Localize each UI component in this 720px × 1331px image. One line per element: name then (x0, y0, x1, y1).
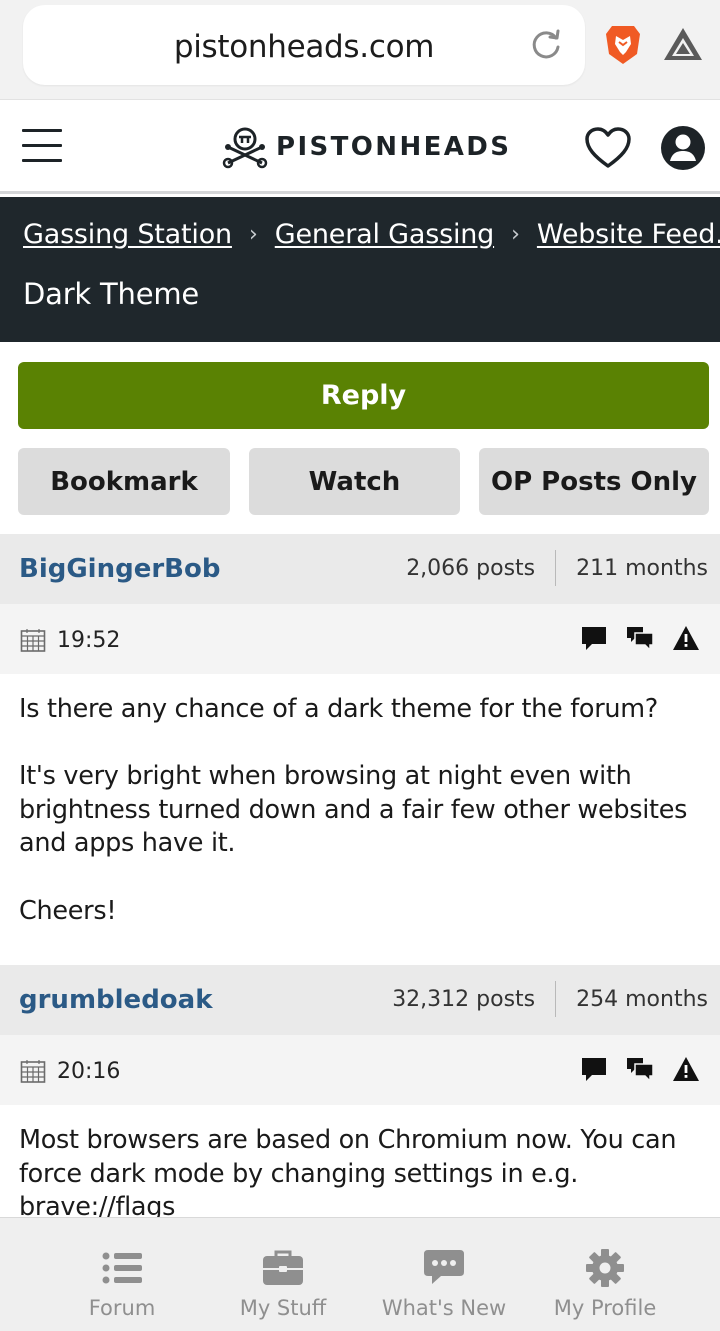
bottom-navigation: Forum My Stuff What's New My Profile (0, 1217, 720, 1331)
post-meta-bar: 19:52 (0, 604, 720, 674)
report-warning-icon[interactable] (672, 1055, 700, 1083)
briefcase-icon (263, 1250, 303, 1285)
bat-triangle-icon[interactable] (662, 26, 704, 62)
watch-button[interactable]: Watch (249, 448, 460, 515)
stats-divider (555, 550, 557, 586)
post-timestamp: 20:16 (57, 1059, 121, 1084)
reload-icon[interactable] (529, 28, 563, 62)
browser-toolbar: pistonheads.com (0, 0, 720, 100)
breadcrumb-separator: › (248, 222, 258, 247)
post-author-link[interactable]: grumbledoak (19, 985, 213, 1015)
membership-months: 211 months (576, 555, 708, 581)
report-warning-icon[interactable] (672, 624, 700, 652)
breadcrumb-link-gassing-station[interactable]: Gassing Station (23, 219, 232, 250)
op-posts-only-button[interactable]: OP Posts Only (479, 448, 709, 515)
nav-label: My Stuff (239, 1296, 327, 1320)
post-paragraph: Is there any chance of a dark theme for … (19, 694, 659, 724)
heart-icon[interactable] (584, 126, 632, 170)
nav-label: What's New (381, 1296, 507, 1320)
chat-bubble-icon (424, 1250, 464, 1284)
post-count: 32,312 posts (392, 986, 536, 1012)
membership-months: 254 months (576, 986, 708, 1012)
gear-icon (586, 1249, 624, 1287)
post-body: Is there any chance of a dark theme for … (19, 693, 704, 928)
nav-label: Forum (88, 1296, 156, 1320)
post-actions (580, 624, 700, 652)
nav-item-my-stuff[interactable]: My Stuff (203, 1248, 363, 1320)
post-meta-bar: 20:16 (0, 1035, 720, 1105)
pistonheads-logo-icon (222, 127, 268, 169)
nav-label: My Profile (553, 1296, 657, 1320)
brave-lion-icon[interactable] (604, 24, 642, 66)
reply-button[interactable]: Reply (18, 362, 709, 429)
thread-title: Dark Theme (23, 277, 200, 311)
post-paragraph: It's very bright when browsing at night … (19, 761, 688, 859)
reply-bubble-icon[interactable] (580, 624, 608, 652)
post-author-link[interactable]: BigGingerBob (19, 554, 220, 584)
post-count: 2,066 posts (406, 555, 536, 581)
quote-bubbles-icon[interactable] (626, 1055, 654, 1083)
quote-bubbles-icon[interactable] (626, 624, 654, 652)
address-bar-url[interactable]: pistonheads.com (23, 29, 585, 65)
post-paragraph: Most browsers are based on Chromium now.… (19, 1125, 677, 1223)
site-logo[interactable]: PISTONHEADS (222, 125, 511, 169)
post-body: Most browsers are based on Chromium now.… (19, 1124, 704, 1225)
address-bar[interactable]: pistonheads.com (23, 5, 585, 85)
calendar-icon (20, 629, 46, 652)
post-paragraph: Cheers! (19, 895, 117, 926)
nav-item-forum[interactable]: Forum (42, 1248, 202, 1320)
calendar-icon (20, 1060, 46, 1083)
post-author-stats: 2,066 posts 211 months (406, 550, 708, 586)
post-timestamp: 19:52 (57, 628, 121, 653)
breadcrumb-separator: › (511, 222, 520, 247)
post-author-stats: 32,312 posts 254 months (392, 981, 708, 1017)
logo-wordmark: PISTONHEADS (276, 132, 512, 162)
nav-item-my-profile[interactable]: My Profile (525, 1248, 685, 1320)
post-author-bar: BigGingerBob 2,066 posts 211 months (0, 534, 720, 604)
post-actions (580, 1055, 700, 1083)
breadcrumb-link-website-feedback[interactable]: Website Feed... (537, 219, 720, 250)
bookmark-button[interactable]: Bookmark (18, 448, 230, 515)
forum-list-icon (102, 1252, 142, 1284)
user-account-icon[interactable] (660, 125, 706, 171)
breadcrumb: Gassing Station › General Gassing › Webs… (23, 219, 720, 250)
breadcrumb-link-general-gassing[interactable]: General Gassing (275, 219, 495, 250)
post-author-bar: grumbledoak 32,312 posts 254 months (0, 965, 720, 1035)
nav-item-whats-new[interactable]: What's New (364, 1248, 524, 1320)
hamburger-menu-icon[interactable] (22, 129, 62, 163)
breadcrumb-panel: Gassing Station › General Gassing › Webs… (0, 197, 720, 342)
stats-divider (555, 981, 557, 1017)
reply-bubble-icon[interactable] (580, 1055, 608, 1083)
